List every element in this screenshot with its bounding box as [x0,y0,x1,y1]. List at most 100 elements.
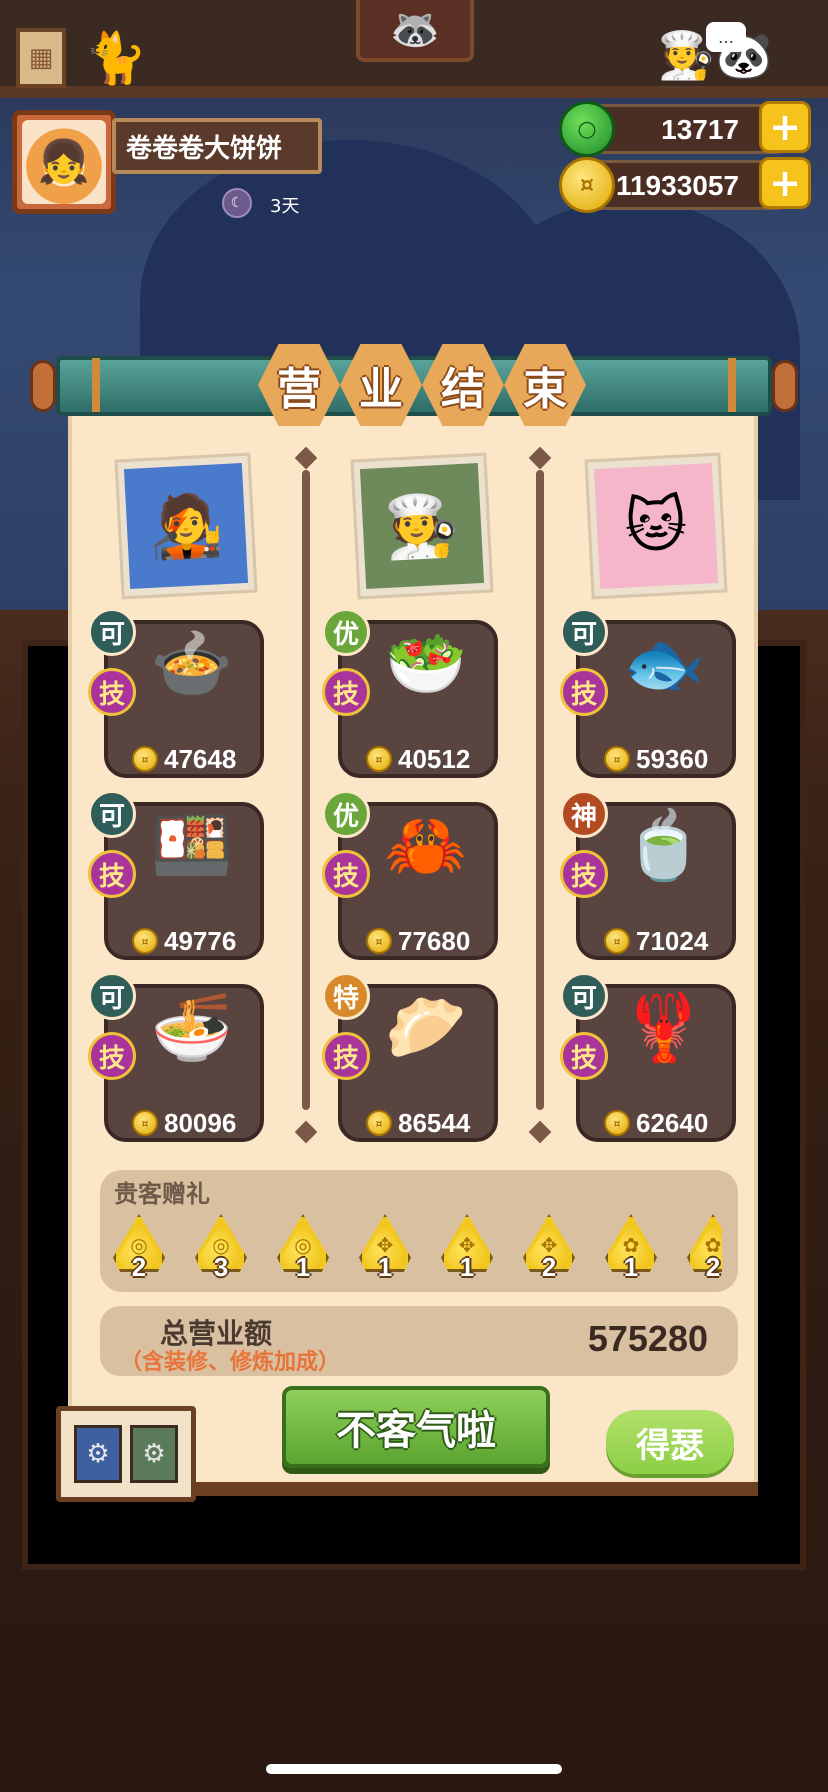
gift-count: 1 [623,1252,639,1282]
gift-item[interactable]: ◎ 1 [274,1208,332,1282]
coin-icon: ¤ [366,746,392,772]
dish-icon: 🦞 [622,989,706,1066]
decor-gear-icon[interactable]: ⚙ [130,1425,178,1483]
coin-currency: ¤ 11933057 + [559,157,811,213]
dish-icon: 🍱 [150,807,234,884]
add-coins-button[interactable]: + [759,157,811,209]
home-indicator[interactable] [266,1764,562,1774]
player-avatar[interactable]: 👧 [12,110,116,214]
gift-count: 2 [705,1252,721,1282]
dish-card[interactable]: 🦀 优 技 ¤ 77680 [322,790,498,960]
customer-portrait: 🐱 [584,452,728,600]
confirm-button[interactable]: 不客气啦 [282,1386,550,1468]
decor-gear-icon[interactable]: ⚙ [74,1425,122,1483]
coin-icon: ¤ [604,928,630,954]
skill-badge: 技 [88,668,136,716]
column-divider [302,470,310,1110]
skill-badge: 技 [322,668,370,716]
gift-count: 1 [295,1252,311,1282]
dish-icon: 🥟 [384,989,468,1066]
dish-price: ¤ 40512 [366,744,496,774]
dish-card[interactable]: 🍲 可 技 ¤ 47648 [88,608,264,778]
coin-icon: ¤ [604,746,630,772]
player-name: 卷卷卷大饼饼 [126,133,283,164]
coin-icon: ¤ [559,157,615,213]
customer-portrait: 🧑‍🎤 [114,452,258,600]
price-value: 86544 [398,1107,471,1138]
price-value: 59360 [636,743,709,774]
dish-price: ¤ 47648 [132,744,262,774]
total-revenue-note: （含装修、修炼加成） [120,1350,341,1375]
dish-icon: 🍵 [622,807,706,884]
coin-icon: ¤ [132,1110,158,1136]
days-count: 3天 [270,196,300,217]
dish-icon: 🐟 [622,625,706,702]
coin-icon: ¤ [132,746,158,772]
gift-item[interactable]: ✿ 2 [684,1208,722,1282]
dish-card[interactable]: 🥟 特 技 ¤ 86544 [322,972,498,1142]
hanging-banner-icon: 🦝 [356,0,474,62]
customer-portrait: 🧑‍🍳 [350,452,494,600]
dish-price: ¤ 86544 [366,1108,496,1138]
price-value: 40512 [398,743,471,774]
gift-count: 1 [377,1252,393,1282]
dish-card[interactable]: 🍵 神 技 ¤ 71024 [560,790,736,960]
add-jade-button[interactable]: + [759,101,811,153]
moon-clock-icon: ☾ [222,188,252,218]
gift-item[interactable]: ✿ 1 [602,1208,660,1282]
total-revenue: 总营业额 （含装修、修炼加成） 575280 [100,1306,738,1376]
wall-scroll-icon[interactable]: ▦ [16,28,66,88]
skill-badge: 技 [322,1032,370,1080]
grade-badge: 可 [560,608,608,656]
gift-count: 3 [213,1252,229,1282]
dish-icon: 🍲 [150,625,234,702]
dish-icon: 🍜 [150,989,234,1066]
price-value: 80096 [164,1107,237,1138]
skill-badge: 技 [560,850,608,898]
rail-stripe [92,358,100,412]
grade-badge: 可 [88,972,136,1020]
show-off-button[interactable]: 得瑟 [606,1410,734,1474]
skill-badge: 技 [88,1032,136,1080]
gift-list[interactable]: ◎ 2 ◎ 3 ◎ 1 ✥ 1 ✥ 1 ✥ 2 ✿ 1 ✿ 2 [110,1208,722,1290]
customer-portrait-icon: 🧑‍🎤 [123,462,249,590]
price-value: 47648 [164,743,237,774]
dish-price: ¤ 59360 [604,744,734,774]
grade-badge: 神 [560,790,608,838]
skill-badge: 技 [560,668,608,716]
dish-card[interactable]: 🍱 可 技 ¤ 49776 [88,790,264,960]
gift-item[interactable]: ✥ 2 [520,1208,578,1282]
gift-count: 2 [541,1252,557,1282]
skill-badge: 技 [560,1032,608,1080]
coin-icon: ¤ [366,1110,392,1136]
total-revenue-value: 575280 [587,1318,708,1359]
coin-amount: 11933057 [615,170,739,201]
rail-stripe [728,358,736,412]
dish-card[interactable]: 🐟 可 技 ¤ 59360 [560,608,736,778]
grade-badge: 可 [88,790,136,838]
gift-item[interactable]: ◎ 2 [110,1208,168,1282]
grade-badge: 优 [322,790,370,838]
gift-count: 2 [131,1252,147,1282]
dish-price: ¤ 71024 [604,926,734,956]
decor-toggle-panel: ⚙ ⚙ [56,1406,196,1502]
dish-card[interactable]: 🍜 可 技 ¤ 80096 [88,972,264,1142]
gift-item[interactable]: ◎ 3 [192,1208,250,1282]
price-value: 77680 [398,925,471,956]
player-name-plate: 卷卷卷大饼饼 [112,118,322,174]
skill-badge: 技 [88,850,136,898]
dish-price: ¤ 80096 [132,1108,262,1138]
dish-card[interactable]: 🥗 优 技 ¤ 40512 [322,608,498,778]
jade-currency: ○ 13717 + [559,101,811,157]
gift-item[interactable]: ✥ 1 [356,1208,414,1282]
avatar-portrait-icon: 👧 [22,120,106,204]
gift-count: 1 [459,1252,475,1282]
guest-gifts-section: 贵客赠礼 ◎ 2 ◎ 3 ◎ 1 ✥ 1 ✥ 1 ✥ 2 ✿ 1 ✿ 2 [100,1170,738,1292]
price-value: 62640 [636,1107,709,1138]
grade-badge: 可 [88,608,136,656]
coin-icon: ¤ [132,928,158,954]
gift-item[interactable]: ✥ 1 [438,1208,496,1282]
dish-card[interactable]: 🦞 可 技 ¤ 62640 [560,972,736,1142]
chat-bubble-icon[interactable]: … [706,22,746,52]
price-value: 71024 [636,925,709,956]
